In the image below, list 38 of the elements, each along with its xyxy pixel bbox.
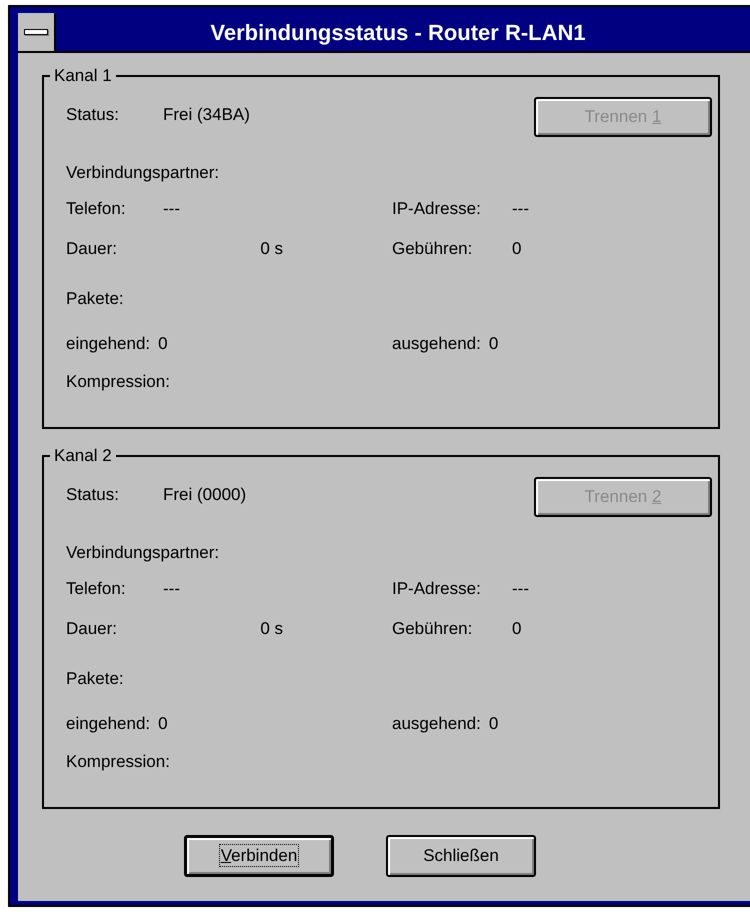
field-label: eingehend: [66, 713, 150, 736]
field-label: eingehend: [66, 333, 150, 356]
field-value: --- [512, 578, 529, 600]
field-value: 0 [488, 333, 498, 356]
field-label: ausgehend: [392, 713, 481, 736]
window-title: Verbindungsstatus - Router R-LAN1 [209, 18, 587, 47]
field-label: IP-Adresse: [392, 198, 482, 220]
field-value: --- [512, 198, 529, 220]
section-label: Kompression: [66, 371, 170, 394]
field-label: Telefon: [66, 578, 127, 600]
section-label: Kompression: [66, 751, 170, 774]
field-value: 0 [488, 713, 498, 736]
system-menu-button[interactable] [18, 13, 56, 51]
status-value: Frei (34BA) [163, 104, 250, 126]
field-label: IP-Adresse: [392, 578, 482, 600]
field-label: ausgehend: [392, 333, 481, 356]
field-value: 0 [512, 238, 522, 260]
status-value: Frei (0000) [163, 484, 246, 506]
field-value: --- [163, 578, 180, 600]
field-value: --- [163, 198, 180, 220]
field-label: Dauer: [66, 238, 118, 260]
section-label: Verbindungspartner: [66, 542, 220, 564]
field-value: 0 [512, 618, 522, 640]
field-label: Telefon: [66, 198, 127, 220]
field-label: Dauer: [66, 618, 118, 640]
section-label: Pakete: [66, 288, 124, 310]
status-label: Status: [66, 484, 120, 506]
field-label: Gebühren: [392, 618, 474, 640]
field-value: 0 s [259, 238, 283, 260]
field-label: Gebühren: [392, 238, 474, 260]
field-value: 0 [158, 333, 168, 356]
section-label: Verbindungspartner: [66, 162, 220, 184]
dialog-button[interactable]: Verbinden [184, 835, 334, 877]
field-value: 0 s [259, 618, 283, 640]
status-label: Status: [66, 104, 120, 126]
section-label: Pakete: [66, 668, 124, 690]
field-value: 0 [158, 713, 168, 736]
dialog-button[interactable]: Schließen [386, 835, 536, 877]
